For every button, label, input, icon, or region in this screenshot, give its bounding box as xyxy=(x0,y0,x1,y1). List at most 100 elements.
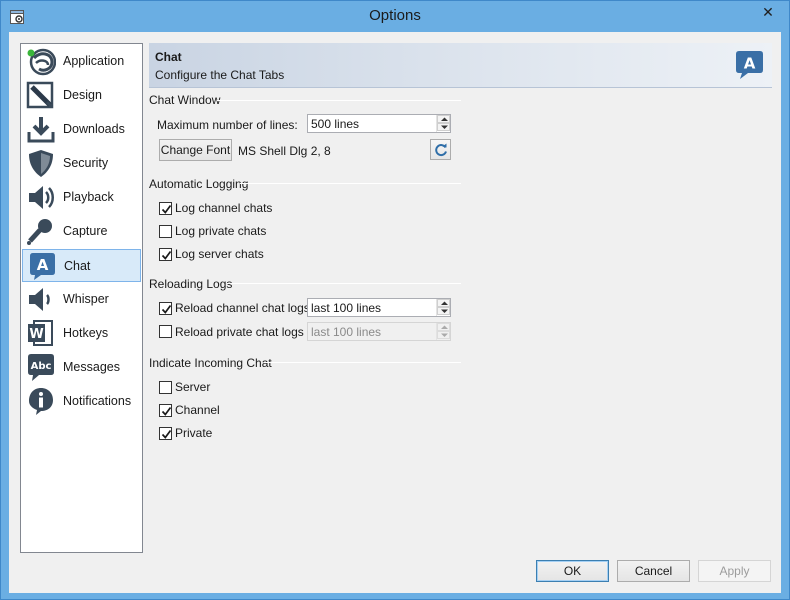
chat-icon: A xyxy=(736,51,763,79)
arrow-up-icon xyxy=(441,117,448,121)
arrow-up-icon xyxy=(441,301,448,305)
window-title: Options xyxy=(369,7,421,24)
checkmark-icon xyxy=(161,204,172,214)
spin-up-button[interactable] xyxy=(437,299,450,307)
sidebar-item-label: Application xyxy=(63,54,125,68)
info-icon xyxy=(29,388,53,415)
sidebar-item-chat[interactable]: A Chat xyxy=(22,249,141,282)
title-bar[interactable]: Options ✕ xyxy=(1,1,789,32)
group-title-indicate-incoming-chat: Indicate Incoming Chat xyxy=(149,356,272,370)
indicate-channel-label[interactable]: Channel xyxy=(175,403,220,417)
shield-icon xyxy=(29,150,53,177)
sidebar-item-label: Capture xyxy=(63,224,108,238)
max-lines-value: 500 lines xyxy=(311,117,360,131)
sidebar-item-label: Chat xyxy=(64,259,91,273)
max-lines-label: Maximum number of lines: xyxy=(157,118,298,132)
microphone-icon xyxy=(27,219,52,245)
reload-private-chat-logs-checkbox[interactable] xyxy=(159,325,172,338)
group-title-automatic-logging: Automatic Logging xyxy=(149,177,249,191)
chat-icon: A xyxy=(30,253,55,280)
checkmark-icon xyxy=(161,304,172,314)
whisper-icon xyxy=(29,288,50,311)
indicate-server-label[interactable]: Server xyxy=(175,380,210,394)
design-icon xyxy=(26,81,54,109)
font-value: MS Shell Dlg 2, 8 xyxy=(238,144,331,158)
log-private-chats-checkbox[interactable] xyxy=(159,225,172,238)
group-divider xyxy=(240,183,461,184)
sidebar-item-design[interactable]: Design xyxy=(22,79,141,112)
ok-button[interactable]: OK xyxy=(536,560,609,582)
indicate-channel-checkbox[interactable] xyxy=(159,404,172,417)
sidebar-item-label: Security xyxy=(63,156,109,170)
max-lines-spinbox[interactable]: 500 lines xyxy=(307,114,451,133)
sidebar-item-downloads[interactable]: Downloads xyxy=(22,113,141,146)
spin-down-button[interactable] xyxy=(437,123,450,131)
sidebar-item-label: Downloads xyxy=(63,122,125,136)
apply-button[interactable]: Apply xyxy=(698,560,771,582)
log-channel-chats-label[interactable]: Log channel chats xyxy=(175,201,272,215)
hotkeys-icon: W xyxy=(28,320,53,346)
log-channel-chats-checkbox[interactable] xyxy=(159,202,172,215)
sidebar-item-label: Design xyxy=(63,88,102,102)
svg-text:W: W xyxy=(29,327,43,342)
sidebar-item-security[interactable]: Security xyxy=(22,147,141,180)
sidebar-item-label: Messages xyxy=(63,360,120,374)
arrow-down-icon xyxy=(441,309,448,313)
reset-font-button[interactable] xyxy=(430,139,451,160)
reload-private-chat-logs-label[interactable]: Reload private chat logs xyxy=(175,325,304,339)
group-divider xyxy=(227,283,461,284)
downloads-icon xyxy=(27,117,55,143)
spin-down-button xyxy=(437,331,450,339)
indicate-private-checkbox[interactable] xyxy=(159,427,172,440)
application-icon xyxy=(27,48,56,76)
log-private-chats-label[interactable]: Log private chats xyxy=(175,224,266,238)
sidebar-item-whisper[interactable]: Whisper xyxy=(22,283,141,316)
sidebar-item-notifications[interactable]: Notifications xyxy=(22,385,141,418)
close-button[interactable]: ✕ xyxy=(751,1,785,23)
spin-up-button xyxy=(437,323,450,331)
reload-private-lines-spinbox: last 100 lines xyxy=(307,322,451,341)
log-server-chats-checkbox[interactable] xyxy=(159,248,172,261)
svg-text:A: A xyxy=(744,55,756,73)
indicate-server-checkbox[interactable] xyxy=(159,381,172,394)
sidebar-item-playback[interactable]: Playback xyxy=(22,181,141,214)
reload-private-lines-value: last 100 lines xyxy=(311,325,382,339)
indicate-private-label[interactable]: Private xyxy=(175,426,212,440)
spin-down-button[interactable] xyxy=(437,307,450,315)
refresh-icon xyxy=(435,143,447,156)
reload-channel-chat-logs-checkbox[interactable] xyxy=(159,302,172,315)
sidebar-item-label: Notifications xyxy=(63,394,132,408)
sidebar-item-capture[interactable]: Capture xyxy=(22,215,141,248)
arrow-up-icon xyxy=(441,325,448,329)
close-icon: ✕ xyxy=(762,4,774,20)
options-window: Options ✕ Application Design Downloads S… xyxy=(0,0,790,600)
sidebar-item-label: Hotkeys xyxy=(63,326,109,340)
arrow-down-icon xyxy=(441,125,448,129)
group-divider xyxy=(217,100,461,101)
sidebar-item-application[interactable]: Application xyxy=(22,45,141,78)
sidebar-item-label: Playback xyxy=(63,190,114,204)
spin-up-button[interactable] xyxy=(437,115,450,123)
page-header: Chat Configure the Chat Tabs A xyxy=(149,43,772,88)
group-title-reloading-logs: Reloading Logs xyxy=(149,277,233,291)
svg-text:Abc: Abc xyxy=(31,361,52,372)
change-font-button[interactable]: Change Font xyxy=(159,139,232,161)
cancel-button[interactable]: Cancel xyxy=(617,560,690,582)
reload-channel-chat-logs-label[interactable]: Reload channel chat logs xyxy=(175,301,310,315)
checkmark-icon xyxy=(161,406,172,416)
group-divider xyxy=(264,362,461,363)
reload-channel-lines-spinbox[interactable]: last 100 lines xyxy=(307,298,451,317)
group-title-chat-window: Chat Window xyxy=(149,93,221,107)
checkmark-icon xyxy=(161,250,172,260)
sidebar-item-label: Whisper xyxy=(63,292,109,306)
speaker-icon xyxy=(29,186,54,209)
svg-text:A: A xyxy=(37,256,49,274)
reload-channel-lines-value: last 100 lines xyxy=(311,301,382,315)
log-server-chats-label[interactable]: Log server chats xyxy=(175,247,264,261)
page-subtitle: Configure the Chat Tabs xyxy=(155,68,285,82)
sidebar-item-messages[interactable]: Abc Messages xyxy=(22,351,141,384)
page-title: Chat xyxy=(155,50,182,64)
sidebar-item-hotkeys[interactable]: W Hotkeys xyxy=(22,317,141,350)
options-category-list[interactable]: Application Design Downloads Security Pl… xyxy=(20,43,143,553)
checkmark-icon xyxy=(161,429,172,439)
